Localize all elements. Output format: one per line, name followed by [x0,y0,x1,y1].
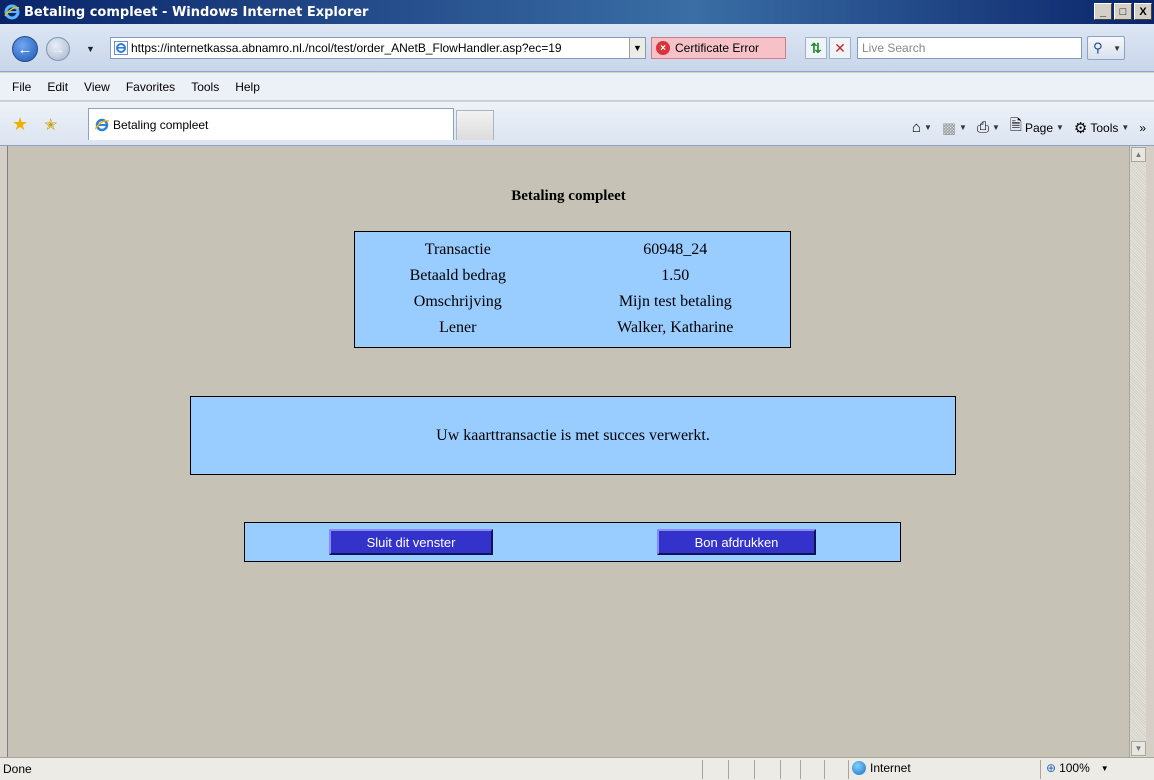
status-segment [800,760,801,779]
detail-value: 1.50 [661,267,690,284]
security-zone[interactable]: Internet [852,761,911,775]
search-options-dropdown[interactable]: ▼ [1113,44,1121,53]
search-input[interactable]: Live Search [857,37,1082,59]
window-title: Betaling compleet - Windows Internet Exp… [24,4,369,20]
forward-arrow-icon: → [50,40,66,58]
favorites-center-icon[interactable]: ★ [12,114,28,135]
status-segment [754,760,755,779]
address-toolbar: ← → ▼ https://internetkassa.abnamro.nl./… [0,24,1154,72]
detail-label: Omschrijving [413,293,502,310]
detail-label: Lener [439,319,477,336]
status-segment [780,760,781,779]
detail-row-borrower: Lener Walker, Katharine [355,315,790,341]
refresh-icon: ⇅ [810,39,822,56]
shield-error-icon: × [656,41,670,55]
detail-label: Transactie [424,241,491,258]
page-title: Betaling compleet [511,188,626,204]
address-dropdown-button[interactable]: ▼ [629,38,645,58]
add-favorite-icon[interactable]: ✭ [44,115,57,135]
print-receipt-button[interactable]: Bon afdrukken [657,529,816,555]
menu-favorites[interactable]: Favorites [118,80,183,94]
zoom-level-button[interactable]: ⊕ 100% ▼ [1046,761,1109,775]
rss-feed-icon: ▩ [941,119,957,137]
close-window-page-button[interactable]: Sluit dit venster [329,529,493,555]
globe-icon [852,761,866,775]
tools-menu-label: Tools [1090,120,1119,135]
page-icon: 🗎 [1009,117,1022,134]
status-segment [848,760,849,779]
status-segment [728,760,729,779]
zoom-icon: ⊕ [1046,761,1057,775]
address-field[interactable]: https://internetkassa.abnamro.nl./ncol/t… [110,37,646,59]
double-chevron-icon: » [1139,120,1146,135]
window-frame-right [1146,146,1154,757]
search-icon: ⚲ [1093,40,1103,55]
maximize-button[interactable]: □ [1114,3,1132,20]
menu-file[interactable]: File [4,80,39,94]
detail-value: Walker, Katharine [617,319,734,336]
toolbar-overflow-chevron[interactable]: » [1139,121,1146,135]
detail-value: 60948_24 [643,241,708,258]
recent-pages-dropdown[interactable]: ▼ [86,44,95,54]
status-segment [702,760,703,779]
detail-label: Betaald bedrag [409,267,506,284]
certificate-error-label: Certificate Error [675,41,760,55]
detail-value: Mijn test betaling [618,293,732,310]
status-bar: Done Internet ⊕ 100% ▼ [0,757,1154,780]
action-buttons-box: Sluit dit venster Bon afdrukken [244,522,901,562]
status-segment [824,760,825,779]
tab-betaling-compleet[interactable]: Betaling compleet [88,108,454,140]
ie-page-icon [114,41,128,55]
transaction-details-box: Transactie 60948_24 Betaald bedrag 1.50 … [354,231,791,348]
menu-help[interactable]: Help [227,80,268,94]
scroll-down-button[interactable]: ▼ [1131,741,1146,756]
page-menu-label: Page [1024,120,1053,135]
zone-label: Internet [870,761,911,775]
ie-tab-icon [95,118,109,131]
feeds-button[interactable]: ▩ ▼ [942,119,967,137]
search-button[interactable]: ⚲ ▼ [1087,36,1125,60]
detail-row-description: Omschrijving Mijn test betaling [355,289,790,315]
certificate-error-button[interactable]: × Certificate Error [651,37,786,59]
printer-icon: ⎙ [976,119,989,136]
window-frame-left [0,146,8,757]
vertical-scrollbar[interactable]: ▲ ▼ [1129,146,1146,757]
close-window-button[interactable]: X [1134,3,1152,20]
menu-tools[interactable]: Tools [183,80,227,94]
home-icon: ⌂ [911,119,921,136]
menu-bar: File Edit View Favorites Tools Help [0,73,1154,101]
back-arrow-icon: ← [17,40,33,58]
page-content: Betaling compleet Transactie 60948_24 Be… [8,146,1129,757]
print-button[interactable]: ⎙ ▼ [977,119,1000,136]
home-button[interactable]: ⌂ ▼ [912,119,932,136]
status-segment [1040,760,1041,779]
window-title-bar: Betaling compleet - Windows Internet Exp… [0,0,1154,24]
tab-bar: ★ ✭ Betaling compleet ⌂ ▼ ▩ ▼ ⎙ ▼ 🗎 Page ▼ ⚙ T… [0,102,1154,146]
success-message: Uw kaarttransactie is met succes verwerk… [436,426,710,444]
menu-edit[interactable]: Edit [39,80,76,94]
stop-icon: ✕ [834,39,846,56]
scroll-up-button[interactable]: ▲ [1131,147,1146,162]
refresh-button[interactable]: ⇅ [805,37,827,59]
minimize-button[interactable]: _ [1094,3,1112,20]
stop-button[interactable]: ✕ [829,37,851,59]
new-tab-button[interactable] [456,110,494,140]
zoom-dropdown-icon: ▼ [1100,763,1109,773]
detail-row-transaction: Transactie 60948_24 [355,237,790,263]
address-url: https://internetkassa.abnamro.nl./ncol/t… [131,41,562,55]
status-text: Done [3,762,32,776]
menu-view[interactable]: View [76,80,118,94]
gear-icon: ⚙ [1073,119,1088,137]
success-message-box: Uw kaarttransactie is met succes verwerk… [190,396,956,475]
tools-menu-button[interactable]: ⚙ Tools ▼ [1074,119,1129,137]
detail-row-amount: Betaald bedrag 1.50 [355,263,790,289]
tab-title: Betaling compleet [113,117,209,132]
zoom-label: 100% [1059,761,1090,775]
ie-logo-icon [4,4,20,20]
back-button[interactable]: ← [12,36,38,62]
page-menu-button[interactable]: 🗎 Page ▼ [1010,115,1064,140]
forward-button[interactable]: → [46,37,70,61]
